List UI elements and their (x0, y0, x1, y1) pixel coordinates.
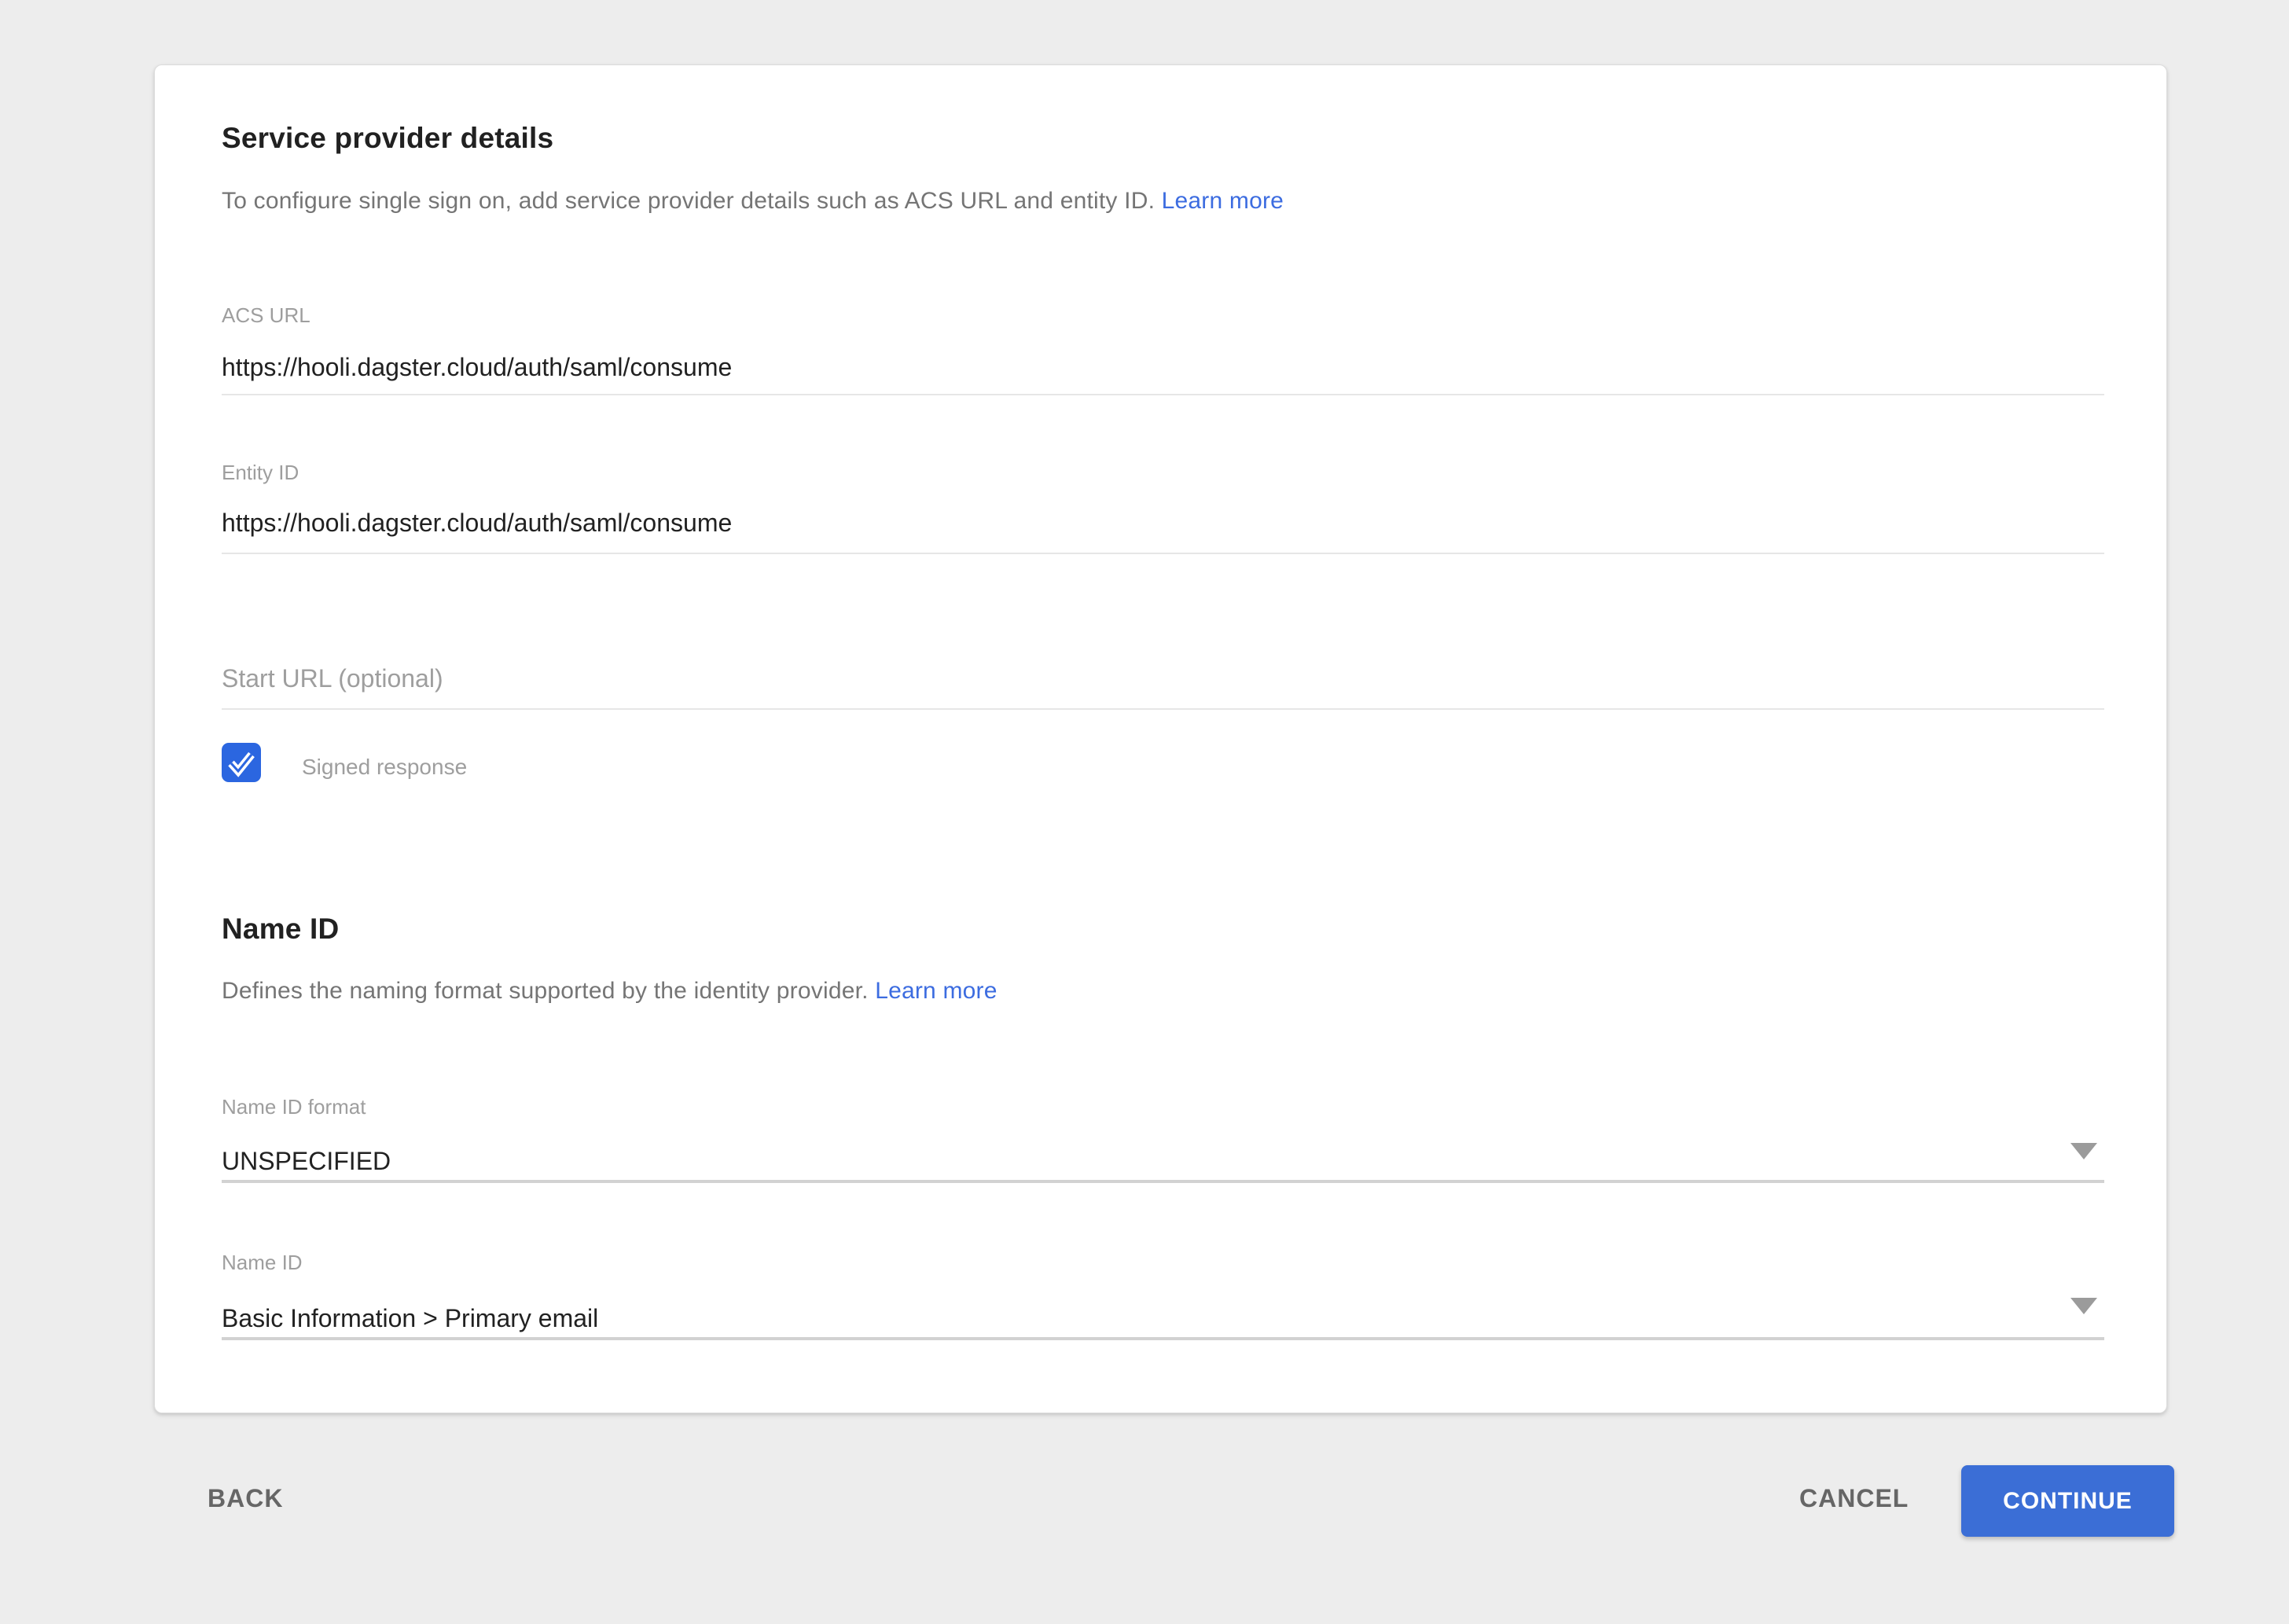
entity-id-underline (222, 553, 2104, 554)
service-provider-description: To configure single sign on, add service… (222, 188, 1284, 215)
start-url-underline (222, 708, 2104, 710)
name-id-format-underline (222, 1180, 2104, 1183)
acs-url-input[interactable] (222, 353, 2104, 382)
chevron-down-icon[interactable] (2070, 1143, 2097, 1159)
signed-response-checkbox[interactable] (222, 743, 261, 782)
name-id-description-text: Defines the naming format supported by t… (222, 978, 869, 1004)
chevron-down-icon[interactable] (2070, 1298, 2097, 1314)
cancel-button[interactable]: CANCEL (1788, 1476, 1920, 1521)
checkmark-icon (222, 743, 261, 782)
acs-url-underline (222, 394, 2104, 395)
entity-id-input[interactable] (222, 509, 2104, 538)
entity-id-label: Entity ID (222, 461, 299, 485)
section-title-service-provider-details: Service provider details (222, 122, 553, 155)
service-provider-details-card: Service provider details To configure si… (154, 64, 2167, 1413)
back-button[interactable]: BACK (197, 1476, 294, 1521)
name-id-format-label: Name ID format (222, 1095, 366, 1119)
start-url-input[interactable] (222, 664, 2104, 693)
acs-url-label: ACS URL (222, 303, 310, 328)
learn-more-link-name-id[interactable]: Learn more (875, 978, 997, 1004)
service-provider-description-text: To configure single sign on, add service… (222, 188, 1155, 214)
name-id-format-select[interactable]: UNSPECIFIED (222, 1147, 391, 1176)
section-title-name-id: Name ID (222, 913, 339, 946)
name-id-description: Defines the naming format supported by t… (222, 978, 998, 1005)
signed-response-label: Signed response (302, 755, 467, 780)
learn-more-link-service-provider[interactable]: Learn more (1162, 188, 1284, 214)
name-id-underline (222, 1337, 2104, 1340)
name-id-select[interactable]: Basic Information > Primary email (222, 1304, 598, 1333)
continue-button[interactable]: CONTINUE (1961, 1465, 2174, 1537)
name-id-label: Name ID (222, 1251, 303, 1275)
